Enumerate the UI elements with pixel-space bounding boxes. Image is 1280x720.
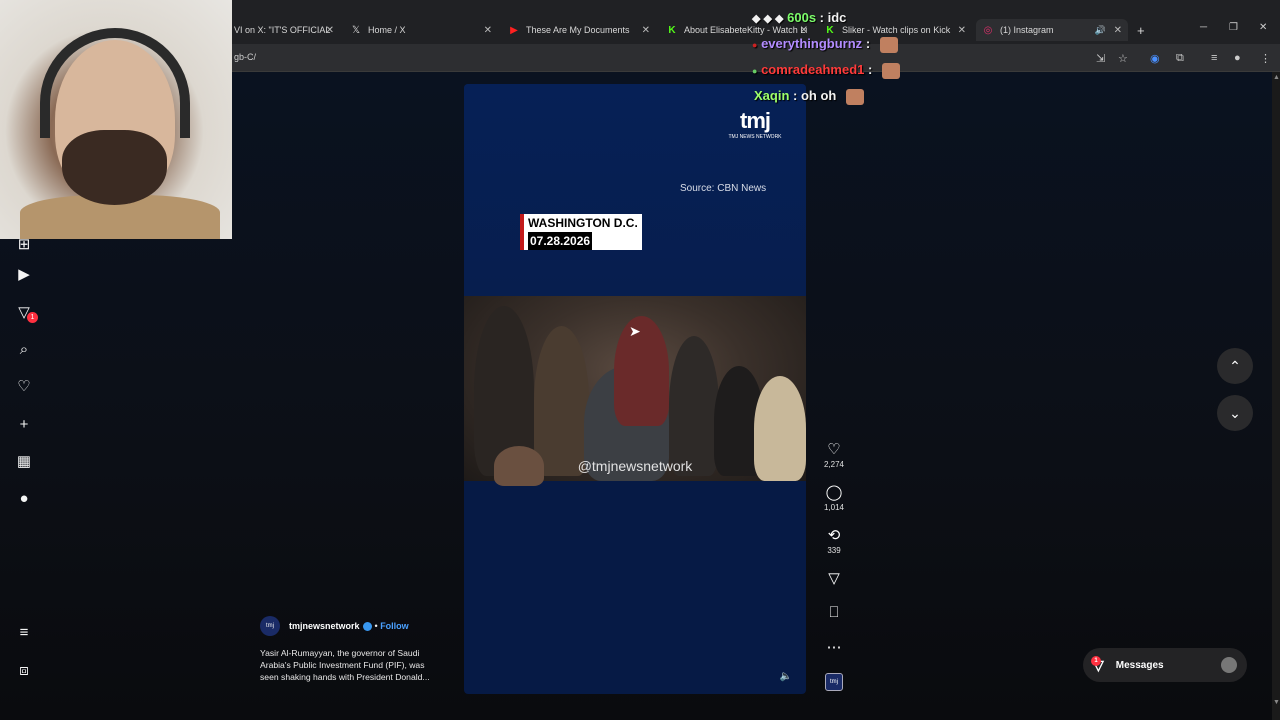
date-label: 07.28.2026 [528, 232, 593, 250]
repost-count: 339 [827, 546, 841, 555]
chat-emote [881, 62, 900, 79]
messages-button[interactable]: ▽ 1 Messages [1083, 648, 1247, 682]
bookmark-icon: ⎕ [829, 604, 839, 621]
audio-toggle-icon[interactable]: 🔈 [780, 671, 792, 682]
youtube-icon: ▶ [510, 24, 518, 36]
next-reel-button[interactable]: ⌄ [1217, 395, 1253, 431]
comment-button[interactable]: ◯ 1,014 [820, 483, 848, 512]
chat-message: ● comradeahmed1 : [752, 62, 900, 79]
mouse-cursor: ➤ [629, 323, 641, 339]
url-field[interactable]: gb-C/ [234, 52, 256, 62]
more-options-button[interactable]: ⋯ [820, 638, 848, 656]
location-label: WASHINGTON D.C. 07.28.2026 [520, 214, 642, 250]
also-from-meta-icon[interactable]: ⧈ [14, 660, 34, 680]
chat-message: ● everythingburnz : [752, 36, 898, 53]
media-control-icon[interactable]: ≡ [1211, 52, 1217, 64]
save-button[interactable]: ⎕ [820, 604, 848, 621]
tmj-logo: tmj TMJ NEWS NETWORK [728, 108, 782, 140]
reel-caption[interactable]: Yasir Al-Rumayyan, the governor of Saudi… [260, 647, 445, 683]
close-tab-icon[interactable]: ✕ [484, 25, 492, 36]
close-tab-icon[interactable]: ✕ [326, 25, 334, 36]
x-logo-icon: 𝕏 [351, 24, 361, 36]
chat-emote [879, 36, 898, 53]
tab-instagram[interactable]: ◎ (1) Instagram 🔊 ✕ [976, 19, 1128, 41]
reel-author: tmj tmjnewsnetwork • Follow [260, 616, 409, 636]
webcam-overlay [0, 0, 232, 239]
notifications-heart-icon[interactable]: ♡ [14, 376, 34, 396]
extensions-puzzle-icon[interactable]: ⧉ [1176, 52, 1184, 65]
more-menu-icon[interactable]: ≡ [14, 622, 34, 642]
verified-badge-icon [362, 621, 372, 631]
minimize-icon[interactable]: ─ [1200, 22, 1207, 33]
chat-badge-icon: ● [752, 40, 758, 50]
profile-avatar[interactable]: ● [14, 488, 34, 508]
extension-audio-icon[interactable]: ◉ [1150, 52, 1160, 65]
reel-video[interactable]: tmj TMJ NEWS NETWORK Source: CBN News WA… [464, 84, 806, 694]
chat-message: Xaqin : oh oh [754, 88, 864, 105]
headset [40, 28, 190, 138]
kick-icon: K [826, 24, 834, 36]
heart-icon: ♡ [827, 441, 841, 458]
reels-icon[interactable]: ▶ [14, 264, 34, 284]
kick-icon: K [668, 24, 676, 36]
messages-avatar [1221, 657, 1237, 673]
page-scrollbar[interactable]: ▲ ▼ [1272, 72, 1280, 720]
speaker-icon[interactable]: 🔊 [1095, 25, 1106, 36]
chat-badges-icon: ◆ ◆ ◆ [752, 13, 784, 25]
previous-reel-button[interactable]: ⌃ [1217, 348, 1253, 384]
share-button[interactable]: ▽ [820, 569, 848, 587]
new-tab-button[interactable]: + [1137, 19, 1151, 41]
repost-icon: ⟲ [827, 527, 841, 544]
notification-badge: 1 [27, 312, 38, 323]
more-icon: ⋯ [826, 639, 842, 656]
audio-avatar[interactable]: tmj [825, 673, 843, 691]
chat-message: ◆ ◆ ◆ 600s : idc [752, 10, 847, 25]
source-credit: Source: CBN News [680, 183, 767, 194]
search-icon[interactable]: ⌕ [14, 339, 34, 359]
instagram-icon: ◎ [983, 24, 993, 36]
close-tab-icon[interactable]: ✕ [958, 25, 966, 36]
close-tab-icon[interactable]: ✕ [1114, 25, 1122, 36]
scroll-up-icon[interactable]: ▲ [1273, 74, 1280, 81]
like-count: 2,274 [823, 460, 845, 469]
create-plus-icon[interactable]: + [14, 414, 34, 434]
chat-emote [845, 88, 864, 105]
browser-menu-icon[interactable]: ⋮ [1260, 52, 1271, 65]
repost-button[interactable]: ⟲ 339 [820, 526, 848, 555]
messages-badge: 1 [1091, 656, 1101, 666]
chevron-down-icon: ⌄ [1229, 404, 1241, 421]
like-button[interactable]: ♡ 2,274 [820, 440, 848, 469]
bookmark-star-icon[interactable]: ☆ [1118, 52, 1128, 65]
video-watermark: @tmjnewsnetwork [577, 458, 693, 474]
tab-these-are-my-documents[interactable]: ▶ These Are My Documents ✕ [508, 19, 650, 41]
video-frame[interactable]: ➤ @tmjnewsnetwork [464, 296, 806, 486]
send-icon: ▽ [828, 570, 840, 587]
author-avatar[interactable]: tmj [260, 616, 280, 636]
scroll-down-icon[interactable]: ▼ [1273, 699, 1280, 706]
reel-header-graphic: tmj TMJ NEWS NETWORK Source: CBN News WA… [464, 84, 806, 296]
author-name[interactable]: tmjnewsnetwork [289, 621, 360, 631]
chevron-up-icon: ⌃ [1229, 357, 1241, 374]
follow-button[interactable]: Follow [380, 621, 409, 631]
close-tab-icon[interactable]: ✕ [800, 25, 808, 36]
restore-icon[interactable]: ❐ [1229, 22, 1238, 33]
comment-icon: ◯ [825, 484, 843, 501]
install-app-icon[interactable]: ⇲ [1096, 52, 1105, 65]
tab-vi-on-x[interactable]: VI on X: "IT'S OFFICIAL ✕ [234, 19, 334, 41]
dashboard-icon[interactable]: ▦ [14, 451, 34, 471]
close-window-icon[interactable]: ✕ [1259, 22, 1267, 33]
comment-count: 1,014 [823, 503, 845, 512]
close-tab-icon[interactable]: ✕ [642, 25, 650, 36]
profile-icon[interactable]: ● [1234, 52, 1241, 64]
tab-home-x[interactable]: 𝕏 Home / X ✕ [350, 19, 492, 41]
chat-badge-icon: ● [752, 66, 758, 76]
